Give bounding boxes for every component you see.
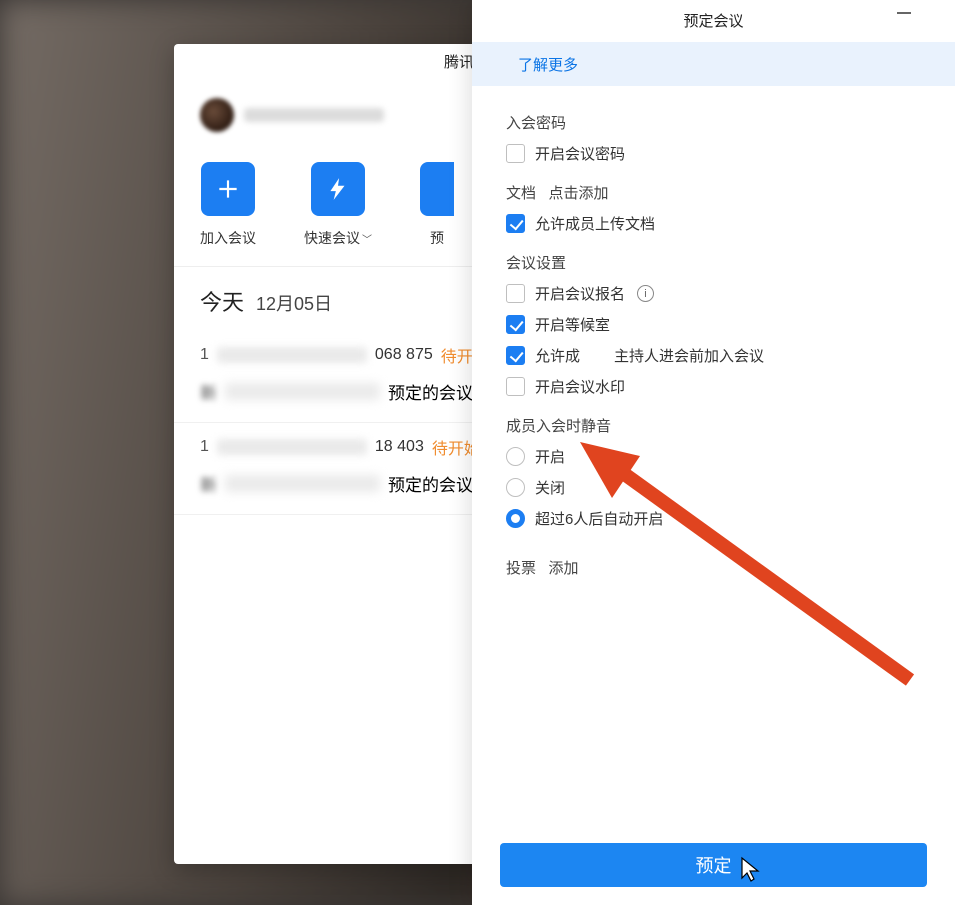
info-icon[interactable]: i bbox=[637, 285, 654, 302]
mute-on-radio-row[interactable]: 开启 bbox=[506, 446, 921, 467]
mute-auto6-label: 超过6人后自动开启 bbox=[535, 508, 663, 529]
quick-meeting-text: 快速会议 bbox=[304, 228, 360, 248]
enable-password-label: 开启会议密码 bbox=[535, 143, 625, 164]
schedule-meeting-label-partial: 预 bbox=[430, 228, 444, 248]
meeting-title-redacted bbox=[225, 475, 380, 492]
learn-more-link[interactable]: 了解更多 bbox=[518, 54, 578, 75]
quick-meeting-label: 快速会议 ﹀ bbox=[304, 228, 372, 248]
meeting-title-tail: 预定的会议 bbox=[388, 379, 473, 404]
enable-password-checkbox-row[interactable]: 开启会议密码 bbox=[506, 143, 921, 164]
checkbox-icon[interactable] bbox=[506, 214, 525, 233]
meeting-time-redacted bbox=[217, 439, 367, 455]
dialog-titlebar: 预定会议 bbox=[472, 0, 955, 40]
mute-on-label: 开启 bbox=[535, 446, 565, 467]
mute-off-label: 关闭 bbox=[535, 477, 565, 498]
meeting-time-redacted bbox=[217, 347, 367, 363]
docs-section-title: 文档 bbox=[506, 185, 536, 202]
signup-checkbox-row[interactable]: 开启会议报名 i bbox=[506, 283, 921, 304]
checkbox-icon[interactable] bbox=[506, 284, 525, 303]
meeting-title-tail: 预定的会议 bbox=[388, 471, 473, 496]
schedule-meeting-action[interactable]: 预 bbox=[420, 162, 454, 248]
radio-icon[interactable] bbox=[506, 478, 525, 497]
watermark-label: 开启会议水印 bbox=[535, 376, 625, 397]
learn-more-banner[interactable]: 了解更多 bbox=[472, 42, 955, 86]
avatar[interactable] bbox=[200, 98, 234, 132]
checkbox-icon[interactable] bbox=[506, 377, 525, 396]
chevron-down-icon: ﹀ bbox=[362, 231, 372, 246]
schedule-submit-button[interactable]: 预定 bbox=[500, 843, 927, 887]
checkbox-icon[interactable] bbox=[506, 315, 525, 334]
lightning-icon bbox=[311, 162, 365, 216]
vote-add-link[interactable]: 添加 bbox=[549, 560, 579, 577]
dialog-footer: 预定 bbox=[472, 825, 955, 905]
vote-section-title-row: 投票 添加 bbox=[506, 557, 921, 578]
join-meeting-action[interactable]: 加入会议 bbox=[200, 162, 256, 248]
meeting-number-tail: 18 403 bbox=[375, 438, 424, 456]
password-section-title: 入会密码 bbox=[506, 112, 921, 133]
checkbox-icon[interactable] bbox=[506, 346, 525, 365]
allow-before-host-text-left: 允许成 bbox=[535, 348, 580, 365]
radio-icon[interactable] bbox=[506, 509, 525, 528]
radio-icon[interactable] bbox=[506, 447, 525, 466]
mute-auto6-radio-row[interactable]: 超过6人后自动开启 bbox=[506, 508, 921, 529]
username-redacted bbox=[244, 108, 384, 122]
meeting-title-redacted bbox=[225, 383, 380, 400]
waiting-room-label: 开启等候室 bbox=[535, 314, 610, 335]
plus-icon bbox=[201, 162, 255, 216]
watermark-checkbox-row[interactable]: 开启会议水印 bbox=[506, 376, 921, 397]
docs-section-title-row: 文档 点击添加 bbox=[506, 182, 921, 203]
mute-section-title: 成员入会时静音 bbox=[506, 415, 921, 436]
mute-off-radio-row[interactable]: 关闭 bbox=[506, 477, 921, 498]
settings-section-title: 会议设置 bbox=[506, 252, 921, 273]
quick-meeting-action[interactable]: 快速会议 ﹀ bbox=[304, 162, 372, 248]
meeting-number-tail: 068 875 bbox=[375, 346, 433, 364]
schedule-meeting-dialog: 预定会议 了解更多 入会密码 开启会议密码 文档 点击添加 允许成员上传文档 会… bbox=[472, 0, 955, 905]
vote-section-title: 投票 bbox=[506, 560, 536, 577]
today-label: 今天 bbox=[200, 285, 244, 317]
allow-upload-checkbox-row[interactable]: 允许成员上传文档 bbox=[506, 213, 921, 234]
allow-before-host-text-right: 主持人进会前加入会议 bbox=[614, 348, 764, 365]
allow-before-host-label: 允许成 主持人进会前加入会议 bbox=[535, 345, 764, 366]
minimize-icon[interactable] bbox=[897, 12, 911, 14]
signup-label: 开启会议报名 bbox=[535, 283, 625, 304]
allow-before-host-checkbox-row[interactable]: 允许成 主持人进会前加入会议 bbox=[506, 345, 921, 366]
join-meeting-label: 加入会议 bbox=[200, 228, 256, 248]
dialog-title: 预定会议 bbox=[683, 10, 743, 31]
schedule-icon bbox=[420, 162, 454, 216]
waiting-room-checkbox-row[interactable]: 开启等候室 bbox=[506, 314, 921, 335]
today-date: 12月05日 bbox=[256, 290, 332, 316]
checkbox-icon[interactable] bbox=[506, 144, 525, 163]
allow-upload-label: 允许成员上传文档 bbox=[535, 213, 655, 234]
docs-add-link[interactable]: 点击添加 bbox=[549, 185, 609, 202]
